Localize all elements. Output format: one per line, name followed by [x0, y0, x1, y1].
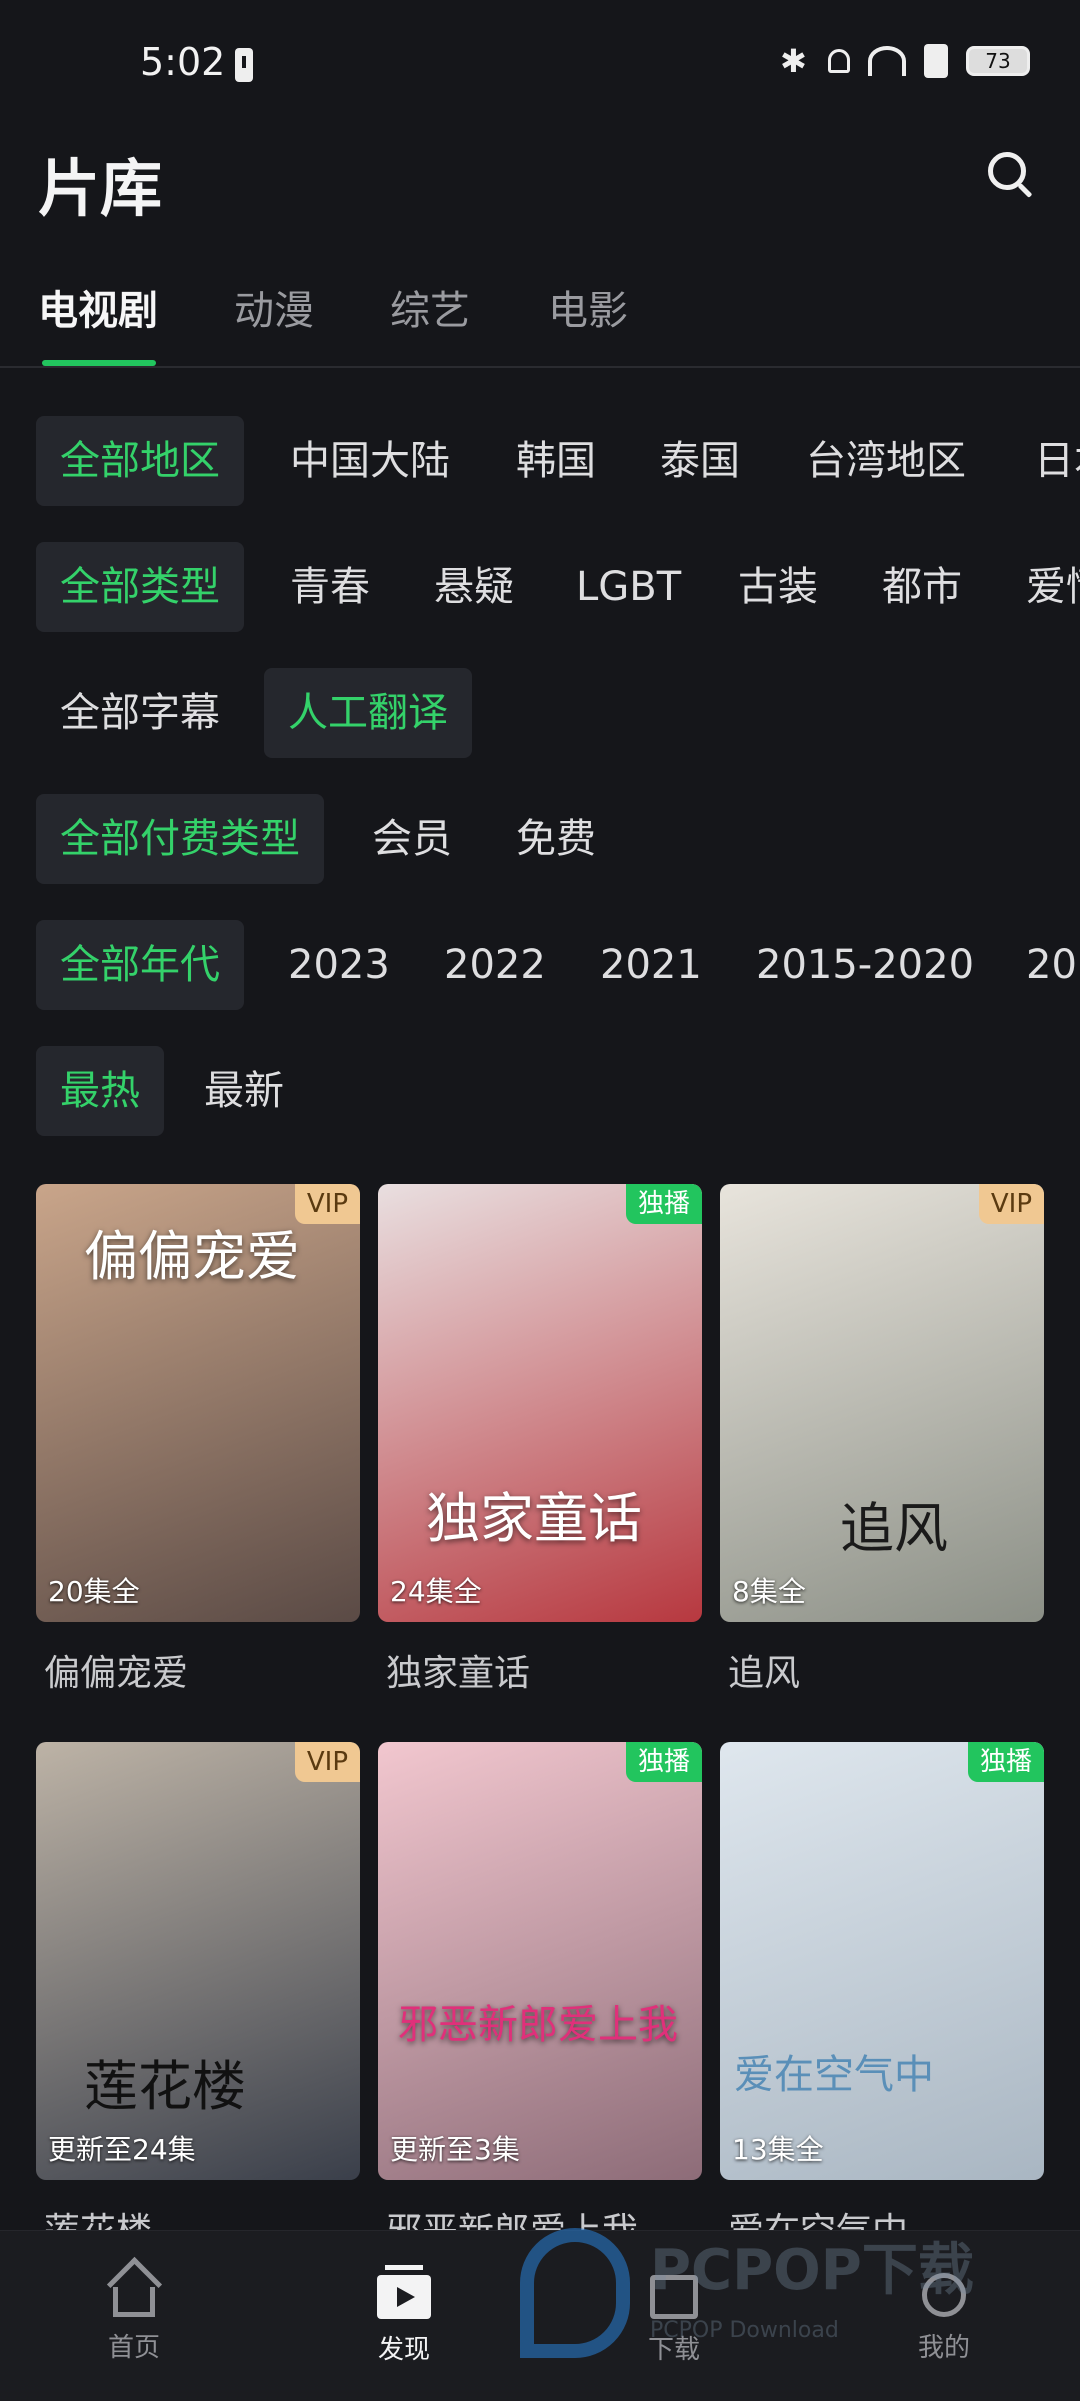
show-poster[interactable]: 独家童话 独播 24集全 [378, 1184, 702, 1622]
filter-region-all[interactable]: 全部地区 [36, 416, 244, 506]
sort-newest[interactable]: 最新 [180, 1046, 308, 1136]
bluetooth-icon: ✱ [780, 42, 807, 80]
filter-genre-youth[interactable]: 青春 [266, 542, 394, 632]
watermark-subtext: PCPOP Download [650, 2318, 839, 2343]
show-card[interactable]: 独家童话 独播 24集全 独家童话 [378, 1184, 702, 1696]
exclusive-badge: 独播 [625, 1184, 702, 1224]
poster-title-art: 莲花楼 [84, 2055, 246, 2118]
wifi-icon [868, 46, 906, 76]
show-poster[interactable]: 邪恶新郎爱上我 独播 更新至3集 [378, 1742, 702, 2180]
region-filter-row: 全部地区 中国大陆 韩国 泰国 台湾地区 日本 [0, 416, 1080, 506]
show-poster[interactable]: 偏偏宠爱 VIP 20集全 [36, 1184, 360, 1622]
poster-title-art: 邪恶新郎爱上我 [398, 2002, 678, 2048]
payment-filter-row: 全部付费类型 会员 免费 [0, 794, 1080, 884]
filter-year-2010[interactable]: 2010 [1002, 920, 1080, 1010]
tab-variety[interactable]: 综艺 [390, 278, 470, 336]
show-title[interactable]: 独家童话 [386, 1644, 702, 1696]
sort-filter-row: 最热 最新 [0, 1046, 1080, 1136]
subtitle-filter-row: 全部字幕 人工翻译 [0, 668, 1080, 758]
poster-title-art: 独家童话 [426, 1487, 642, 1550]
filter-payment-all[interactable]: 全部付费类型 [36, 794, 324, 884]
watermark-logo [520, 2228, 630, 2358]
poster-title-art: 追风 [840, 1497, 948, 1560]
vip-badge: VIP [294, 1742, 360, 1782]
filter-payment-free[interactable]: 免费 [492, 794, 620, 884]
show-card[interactable]: 爱在空气中 独播 13集全 爱在空气中 [720, 1742, 1044, 2254]
tab-tv[interactable]: 电视剧 [38, 278, 158, 336]
filter-year-2023[interactable]: 2023 [264, 920, 414, 1010]
genre-filter-row: 全部类型 青春 悬疑 LGBT 古装 都市 爱情 [0, 542, 1080, 632]
filter-year-2015-2020[interactable]: 2015-2020 [732, 920, 998, 1010]
alert-icon [924, 44, 948, 78]
sort-hottest[interactable]: 最热 [36, 1046, 164, 1136]
episode-count: 8集全 [732, 1575, 806, 1608]
filter-year-2021[interactable]: 2021 [576, 920, 726, 1010]
battery-saver-icon [235, 48, 253, 82]
mute-bell-icon [828, 49, 850, 73]
home-icon [113, 2287, 155, 2317]
page-title: 片库 [38, 152, 163, 225]
filter-payment-member[interactable]: 会员 [348, 794, 476, 884]
exclusive-badge: 独播 [625, 1742, 702, 1782]
episode-count: 更新至3集 [390, 2133, 520, 2166]
vip-badge: VIP [294, 1184, 360, 1224]
show-poster[interactable]: 爱在空气中 独播 13集全 [720, 1742, 1044, 2180]
filter-subtitle-human[interactable]: 人工翻译 [264, 668, 472, 758]
filter-year-all[interactable]: 全部年代 [36, 920, 244, 1010]
show-poster[interactable]: 莲花楼 VIP 更新至24集 [36, 1742, 360, 2180]
filter-genre-romance[interactable]: 爱情 [1002, 542, 1080, 632]
filter-region-thailand[interactable]: 泰国 [636, 416, 764, 506]
tab-anime[interactable]: 动漫 [234, 278, 314, 336]
vip-badge: VIP [978, 1184, 1044, 1224]
episode-count: 24集全 [390, 1575, 482, 1608]
filter-subtitle-all[interactable]: 全部字幕 [36, 668, 244, 758]
nav-me-label: 我的 [917, 2333, 970, 2363]
category-tabs: 电视剧 动漫 综艺 电影 [0, 278, 1080, 368]
filter-region-taiwan[interactable]: 台湾地区 [782, 416, 990, 506]
episode-count: 13集全 [732, 2133, 824, 2166]
filter-genre-lgbt[interactable]: LGBT [552, 542, 705, 632]
episode-count: 更新至24集 [48, 2133, 196, 2166]
battery-icon: 73 [966, 46, 1030, 76]
exclusive-badge: 独播 [967, 1742, 1044, 1782]
show-card[interactable]: 追风 VIP 8集全 追风 [720, 1184, 1044, 1696]
filter-region-japan[interactable]: 日本 [1010, 416, 1080, 506]
filter-genre-costume[interactable]: 古装 [714, 542, 842, 632]
show-card[interactable]: 邪恶新郎爱上我 独播 更新至3集 邪恶新郎爱上我 [378, 1742, 702, 2254]
nav-discover-label: 发现 [377, 2335, 430, 2365]
nav-discover[interactable]: 发现 [344, 2265, 464, 2366]
discover-icon [377, 2265, 431, 2319]
show-title[interactable]: 追风 [728, 1644, 1044, 1696]
filter-region-mainland[interactable]: 中国大陆 [266, 416, 474, 506]
filter-genre-all[interactable]: 全部类型 [36, 542, 244, 632]
poster-title-art: 偏偏宠爱 [84, 1225, 300, 1288]
episode-count: 20集全 [48, 1575, 140, 1608]
filter-region-korea[interactable]: 韩国 [492, 416, 620, 506]
search-icon[interactable] [988, 152, 1026, 190]
show-title[interactable]: 偏偏宠爱 [44, 1644, 360, 1696]
tab-movie[interactable]: 电影 [548, 278, 628, 336]
show-card[interactable]: 偏偏宠爱 VIP 20集全 偏偏宠爱 [36, 1184, 360, 1696]
status-bar: 5:02 ✱ 73 [0, 0, 1080, 130]
show-poster[interactable]: 追风 VIP 8集全 [720, 1184, 1044, 1622]
nav-home[interactable]: 首页 [74, 2265, 194, 2364]
year-filter-row: 全部年代 2023 2022 2021 2015-2020 2010 [0, 920, 1080, 1010]
poster-title-art: 爱在空气中 [734, 2052, 934, 2098]
filter-genre-urban[interactable]: 都市 [858, 542, 986, 632]
show-card[interactable]: 莲花楼 VIP 更新至24集 莲花楼 [36, 1742, 360, 2254]
nav-home-label: 首页 [107, 2333, 160, 2363]
tab-underline [42, 360, 156, 366]
filter-genre-mystery[interactable]: 悬疑 [410, 542, 538, 632]
filter-year-2022[interactable]: 2022 [420, 920, 570, 1010]
watermark-text: PCPOP下载 [650, 2238, 974, 2303]
status-time: 5:02 [140, 40, 226, 84]
